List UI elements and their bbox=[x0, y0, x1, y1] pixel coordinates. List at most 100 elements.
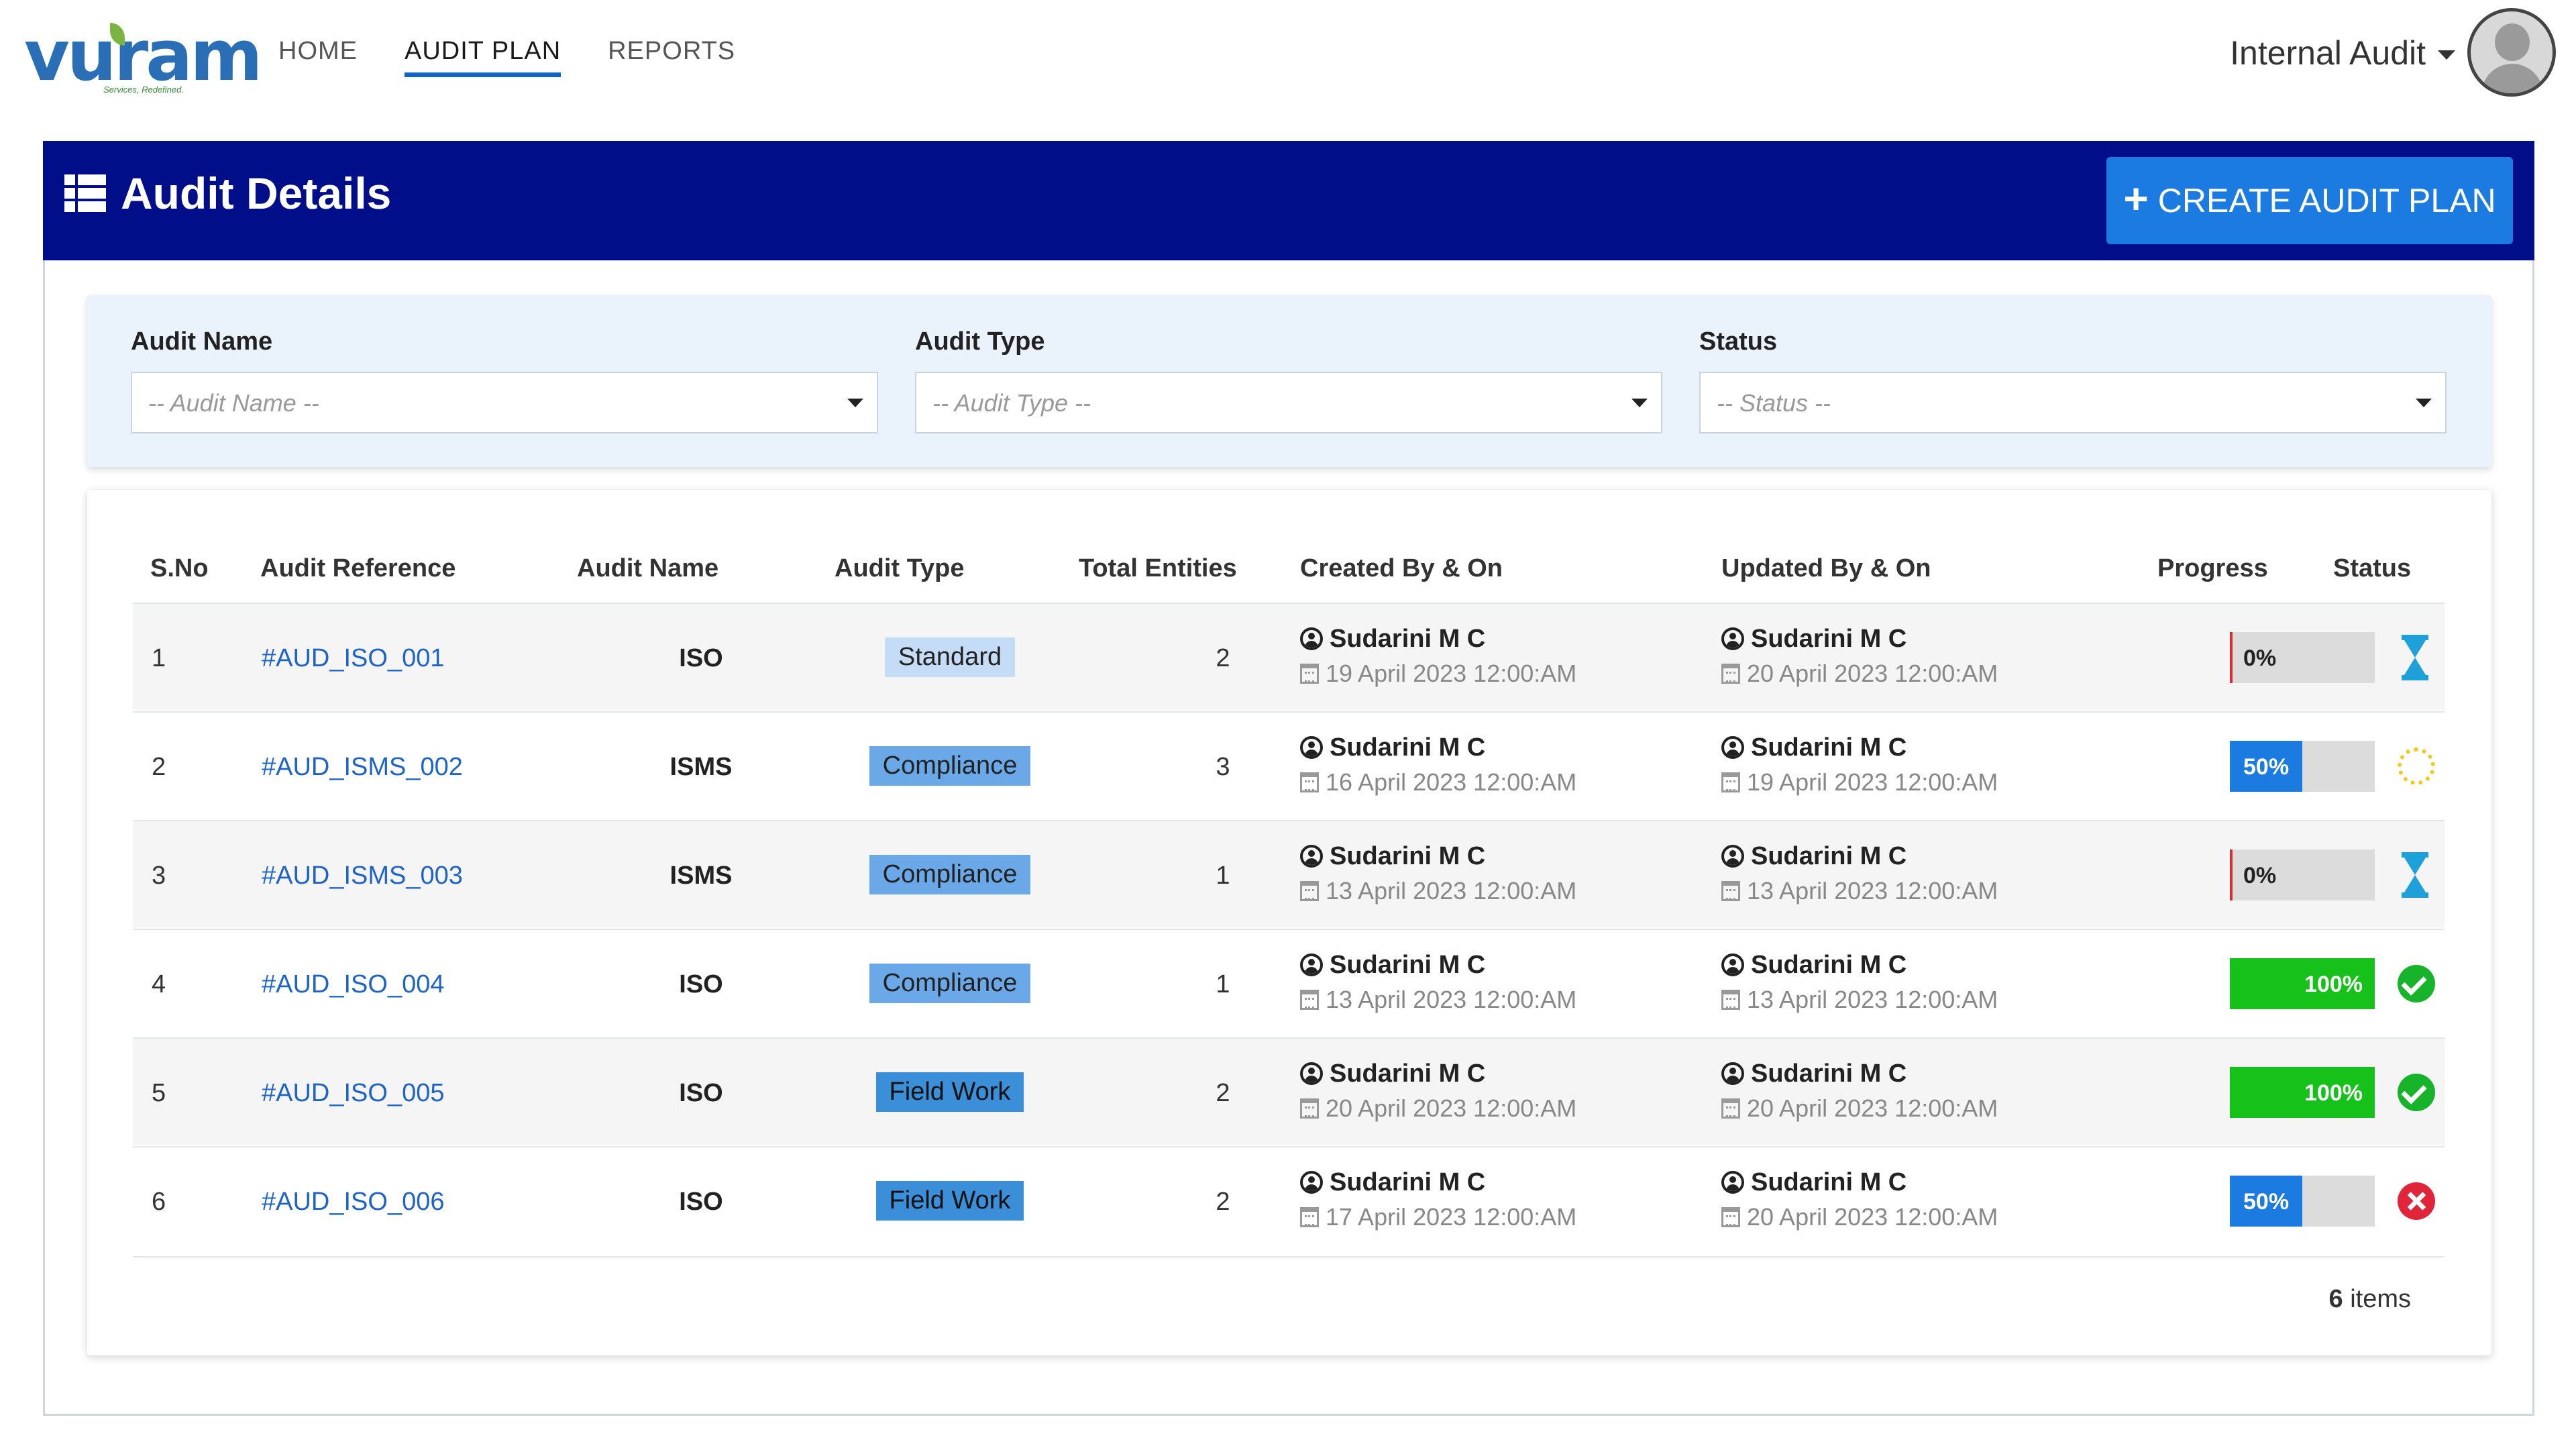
created-on: 16 April 2023 12:00:AM bbox=[1326, 768, 1577, 796]
audit-name-placeholder: -- Audit Name -- bbox=[148, 389, 319, 417]
cell-created: Sudarini M C 17 April 2023 12:00:AM bbox=[1300, 1166, 1576, 1233]
column-header-sno[interactable]: S.No bbox=[150, 554, 209, 583]
cell-total-entities: 2 bbox=[1216, 644, 1230, 672]
user-avatar-icon[interactable] bbox=[2467, 8, 2556, 97]
check-circle-icon bbox=[2387, 957, 2443, 1011]
progress-bar: 100% bbox=[2230, 958, 2375, 1009]
cell-sno: 2 bbox=[152, 753, 166, 781]
column-header-audit-reference[interactable]: Audit Reference bbox=[260, 554, 455, 583]
table-row[interactable]: 6 #AUD_ISO_006 ISO Field Work 2 Sudarini… bbox=[133, 1146, 2445, 1253]
progress-bar: 50% bbox=[2230, 741, 2375, 792]
created-on: 19 April 2023 12:00:AM bbox=[1326, 660, 1577, 687]
column-header-audit-name[interactable]: Audit Name bbox=[577, 554, 718, 583]
table-row[interactable]: 5 #AUD_ISO_005 ISO Field Work 2 Sudarini… bbox=[133, 1037, 2445, 1145]
filter-label-audit-type: Audit Type bbox=[915, 327, 1045, 356]
cell-audit-name: ISMS bbox=[669, 753, 733, 781]
calendar-icon bbox=[1300, 772, 1319, 792]
updated-by: Sudarini M C bbox=[1751, 733, 1907, 762]
nav-item-reports[interactable]: REPORTS bbox=[608, 37, 735, 77]
cell-updated: Sudarini M C 13 April 2023 12:00:AM bbox=[1721, 949, 1998, 1016]
column-header-updated[interactable]: Updated By & On bbox=[1721, 554, 1931, 583]
column-header-audit-type[interactable]: Audit Type bbox=[835, 554, 965, 583]
column-header-status[interactable]: Status bbox=[2333, 554, 2411, 583]
cell-audit-name: ISO bbox=[679, 1188, 723, 1216]
created-by: Sudarini M C bbox=[1330, 950, 1486, 979]
item-count-number: 6 bbox=[2328, 1285, 2343, 1313]
updated-by: Sudarini M C bbox=[1751, 950, 1907, 979]
cell-updated: Sudarini M C 20 April 2023 12:00:AM bbox=[1721, 1166, 1998, 1233]
created-by: Sudarini M C bbox=[1330, 624, 1486, 653]
list-grid-icon bbox=[64, 174, 106, 212]
column-header-created[interactable]: Created By & On bbox=[1300, 554, 1503, 583]
audit-name-select[interactable]: -- Audit Name -- bbox=[131, 372, 878, 433]
logo-wordmark: vuram bbox=[24, 15, 263, 97]
chevron-down-icon bbox=[2416, 399, 2432, 407]
calendar-icon bbox=[1721, 1207, 1740, 1227]
calendar-icon bbox=[1300, 881, 1319, 901]
progress-label: 50% bbox=[2243, 1189, 2290, 1215]
user-circle-icon bbox=[1721, 1171, 1744, 1194]
audit-reference-link[interactable]: #AUD_ISO_001 bbox=[262, 644, 445, 673]
filter-label-status: Status bbox=[1699, 327, 1778, 356]
user-circle-icon bbox=[1300, 1171, 1323, 1194]
status-select[interactable]: -- Status -- bbox=[1699, 372, 2447, 433]
item-count: 6 items bbox=[2329, 1285, 2412, 1314]
updated-on: 13 April 2023 12:00:AM bbox=[1747, 986, 1998, 1013]
calendar-icon bbox=[1300, 1098, 1319, 1119]
audit-reference-link[interactable]: #AUD_ISMS_002 bbox=[262, 753, 463, 782]
cell-updated: Sudarini M C 19 April 2023 12:00:AM bbox=[1721, 731, 1998, 798]
audit-type-badge: Compliance bbox=[869, 855, 1031, 894]
hourglass-icon bbox=[2387, 631, 2443, 684]
nav-item-home[interactable]: HOME bbox=[278, 37, 358, 77]
created-by: Sudarini M C bbox=[1330, 1168, 1486, 1196]
vuram-logo[interactable]: vuram Services, Redefined. bbox=[24, 19, 263, 95]
user-circle-icon bbox=[1300, 845, 1323, 868]
audit-type-select[interactable]: -- Audit Type -- bbox=[915, 372, 1662, 433]
audit-type-badge: Standard bbox=[884, 637, 1016, 677]
progress-label: 100% bbox=[2304, 1080, 2363, 1106]
updated-on: 19 April 2023 12:00:AM bbox=[1747, 768, 1998, 796]
role-dropdown[interactable]: Internal Audit bbox=[2230, 34, 2455, 72]
created-by: Sudarini M C bbox=[1330, 733, 1486, 762]
table-row[interactable]: 3 #AUD_ISMS_003 ISMS Compliance 1 Sudari… bbox=[133, 820, 2445, 927]
cell-total-entities: 2 bbox=[1216, 1188, 1230, 1216]
audit-reference-link[interactable]: #AUD_ISO_004 bbox=[262, 970, 445, 999]
calendar-icon bbox=[1300, 664, 1319, 684]
filter-audit-type: Audit Type -- Audit Type -- bbox=[915, 327, 1662, 433]
filter-audit-name: Audit Name -- Audit Name -- bbox=[131, 327, 878, 433]
column-header-total-entities[interactable]: Total Entities bbox=[1079, 554, 1237, 583]
column-header-progress[interactable]: Progress bbox=[2157, 554, 2268, 583]
filter-label-audit-name: Audit Name bbox=[131, 327, 273, 356]
filter-panel: Audit Name -- Audit Name -- Audit Type -… bbox=[87, 295, 2491, 467]
audit-table: S.No Audit Reference Audit Name Audit Ty… bbox=[87, 490, 2491, 1355]
nav-item-audit-plan[interactable]: AUDIT PLAN bbox=[405, 37, 561, 77]
audit-reference-link[interactable]: #AUD_ISO_005 bbox=[262, 1079, 445, 1108]
create-audit-plan-button[interactable]: + CREATE AUDIT PLAN bbox=[2106, 157, 2513, 244]
audit-reference-link[interactable]: #AUD_ISMS_003 bbox=[262, 862, 463, 890]
created-on: 13 April 2023 12:00:AM bbox=[1326, 986, 1577, 1013]
updated-by: Sudarini M C bbox=[1751, 1059, 1907, 1088]
audit-reference-link[interactable]: #AUD_ISO_006 bbox=[262, 1188, 445, 1217]
created-by: Sudarini M C bbox=[1330, 1059, 1486, 1088]
cell-created: Sudarini M C 13 April 2023 12:00:AM bbox=[1300, 949, 1576, 1016]
table-divider bbox=[133, 1256, 2445, 1257]
calendar-icon bbox=[1721, 1098, 1740, 1119]
audit-type-placeholder: -- Audit Type -- bbox=[932, 389, 1091, 417]
chevron-down-icon bbox=[1631, 399, 1648, 407]
cell-sno: 3 bbox=[152, 862, 166, 890]
cell-audit-name: ISO bbox=[679, 1079, 723, 1107]
table-row[interactable]: 1 #AUD_ISO_001 ISO Standard 2 Sudarini M… bbox=[133, 603, 2445, 710]
create-audit-plan-label: CREATE AUDIT PLAN bbox=[2157, 182, 2496, 219]
table-row[interactable]: 2 #AUD_ISMS_002 ISMS Compliance 3 Sudari… bbox=[133, 711, 2445, 819]
cell-total-entities: 1 bbox=[1216, 970, 1230, 998]
user-circle-icon bbox=[1300, 1062, 1323, 1085]
calendar-icon bbox=[1300, 1207, 1319, 1227]
table-row[interactable]: 4 #AUD_ISO_004 ISO Compliance 1 Sudarini… bbox=[133, 929, 2445, 1036]
cell-sno: 5 bbox=[152, 1079, 166, 1107]
cell-audit-name: ISO bbox=[679, 644, 723, 672]
cell-sno: 6 bbox=[152, 1188, 166, 1216]
cell-audit-name: ISMS bbox=[669, 862, 733, 890]
filter-status: Status -- Status -- bbox=[1699, 327, 2447, 433]
page-title-wrap: Audit Details bbox=[64, 168, 391, 219]
page-header: Audit Details + CREATE AUDIT PLAN bbox=[43, 141, 2534, 260]
